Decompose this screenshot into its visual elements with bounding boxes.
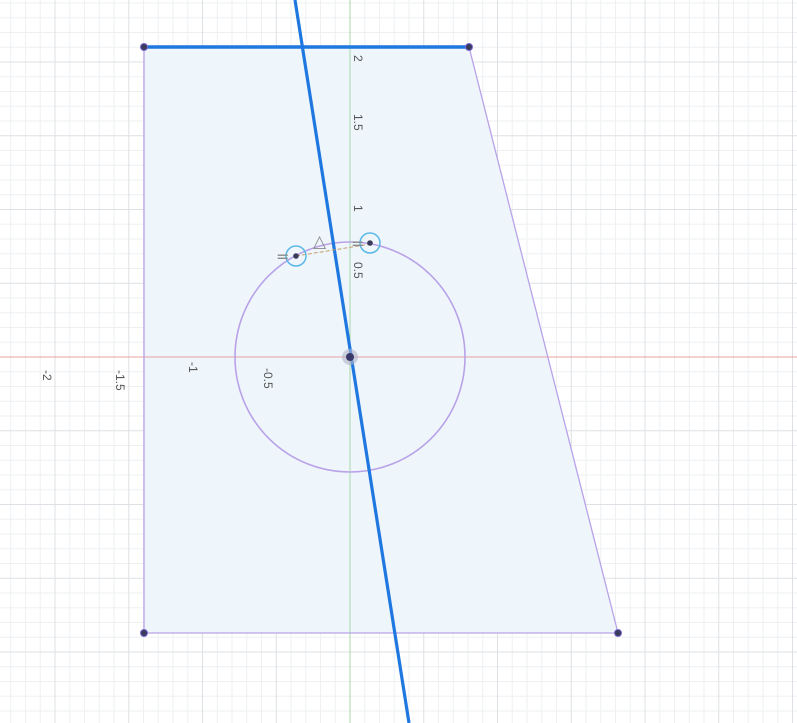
vertex-point[interactable]	[140, 629, 148, 637]
x-tick-label: -0.5	[261, 368, 275, 389]
x-tick-label: -1.5	[113, 370, 127, 391]
triangle-constraint-icon[interactable]: △	[313, 232, 327, 252]
y-tick-label: 1	[351, 205, 365, 212]
y-tick-label: 0.5	[351, 262, 365, 279]
y-tick-label: 2	[351, 55, 365, 62]
origin-point[interactable]	[346, 353, 354, 361]
vertex-point[interactable]	[465, 43, 473, 51]
parallel-constraint-icon[interactable]: =	[276, 247, 289, 266]
sketch-canvas[interactable]: = = △ -2 -1.5 -1 -0.5 2 1.5 1 0.5	[0, 0, 797, 723]
vertex-point[interactable]	[140, 43, 148, 51]
x-tick-label: -2	[40, 370, 54, 381]
x-tick-label: -1	[186, 362, 200, 373]
y-tick-label: 1.5	[351, 114, 365, 131]
parallel-constraint-icon[interactable]: =	[351, 234, 364, 253]
sketch-point[interactable]	[293, 253, 299, 259]
sketch-point[interactable]	[367, 240, 373, 246]
vertex-point[interactable]	[614, 629, 622, 637]
